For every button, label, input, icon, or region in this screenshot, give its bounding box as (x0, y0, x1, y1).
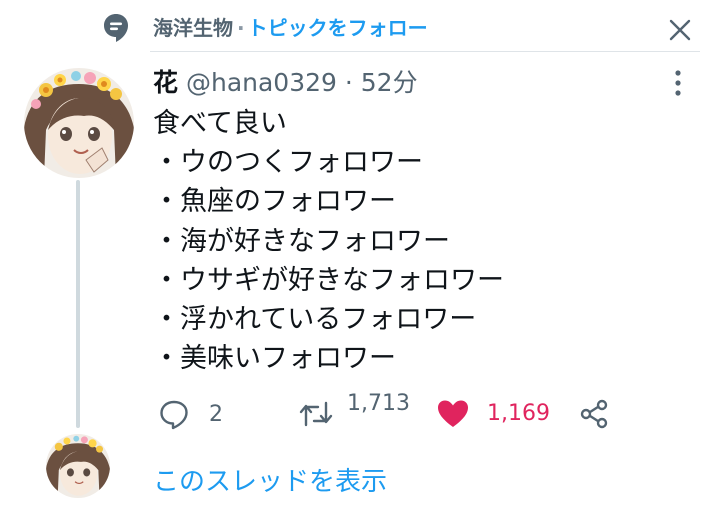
avatar[interactable] (24, 68, 134, 178)
author-handle[interactable]: @hana0329 (186, 68, 337, 97)
show-thread-link[interactable]: このスレッドを表示 (153, 464, 387, 500)
topic-bar: 海洋生物 · トピックをフォロー (0, 0, 720, 52)
tweet-line: 食べて良い (153, 108, 287, 139)
thread-line (76, 180, 80, 428)
tweet-text: 食べて良い ・ウのつくフォロワー ・魚座のフォロワー ・海が好きなフォロワー ・… (153, 104, 504, 378)
tweet-line: ・浮かれているフォロワー (153, 304, 477, 336)
tweet-line: ・美味いフォロワー (153, 343, 396, 375)
topic-name[interactable]: 海洋生物 (153, 16, 233, 40)
tweet-line: ・海が好きなフォロワー (153, 225, 450, 257)
heart-icon (438, 400, 468, 427)
follow-topic-button[interactable]: トピックをフォロー (248, 16, 428, 40)
like-count: 1,169 (487, 401, 550, 426)
tweet-line: ・ウサギが好きなフォロワー (153, 264, 504, 296)
retweet-count: 1,713 (347, 391, 410, 416)
tweet-header: 花 @hana0329 · 52分 (153, 66, 418, 100)
reply-icon (160, 400, 188, 430)
tweet-line: ・ウのつくフォロワー (153, 147, 423, 179)
avatar-small[interactable] (46, 434, 110, 498)
more-vertical-icon[interactable] (668, 67, 688, 99)
topic-bubble-icon (104, 14, 128, 42)
topic-separator: · (237, 16, 245, 40)
author-name[interactable]: 花 (153, 68, 178, 97)
share-icon (580, 399, 608, 429)
timestamp[interactable]: 52分 (361, 68, 418, 97)
close-icon[interactable] (665, 15, 695, 45)
header-separator: · (344, 68, 353, 97)
tweet-line: ・魚座のフォロワー (153, 186, 396, 218)
divider (150, 51, 700, 52)
tweet-actions: 2 1,713 1,169 (150, 391, 690, 436)
retweet-icon (299, 401, 333, 427)
reply-count: 2 (209, 402, 223, 427)
